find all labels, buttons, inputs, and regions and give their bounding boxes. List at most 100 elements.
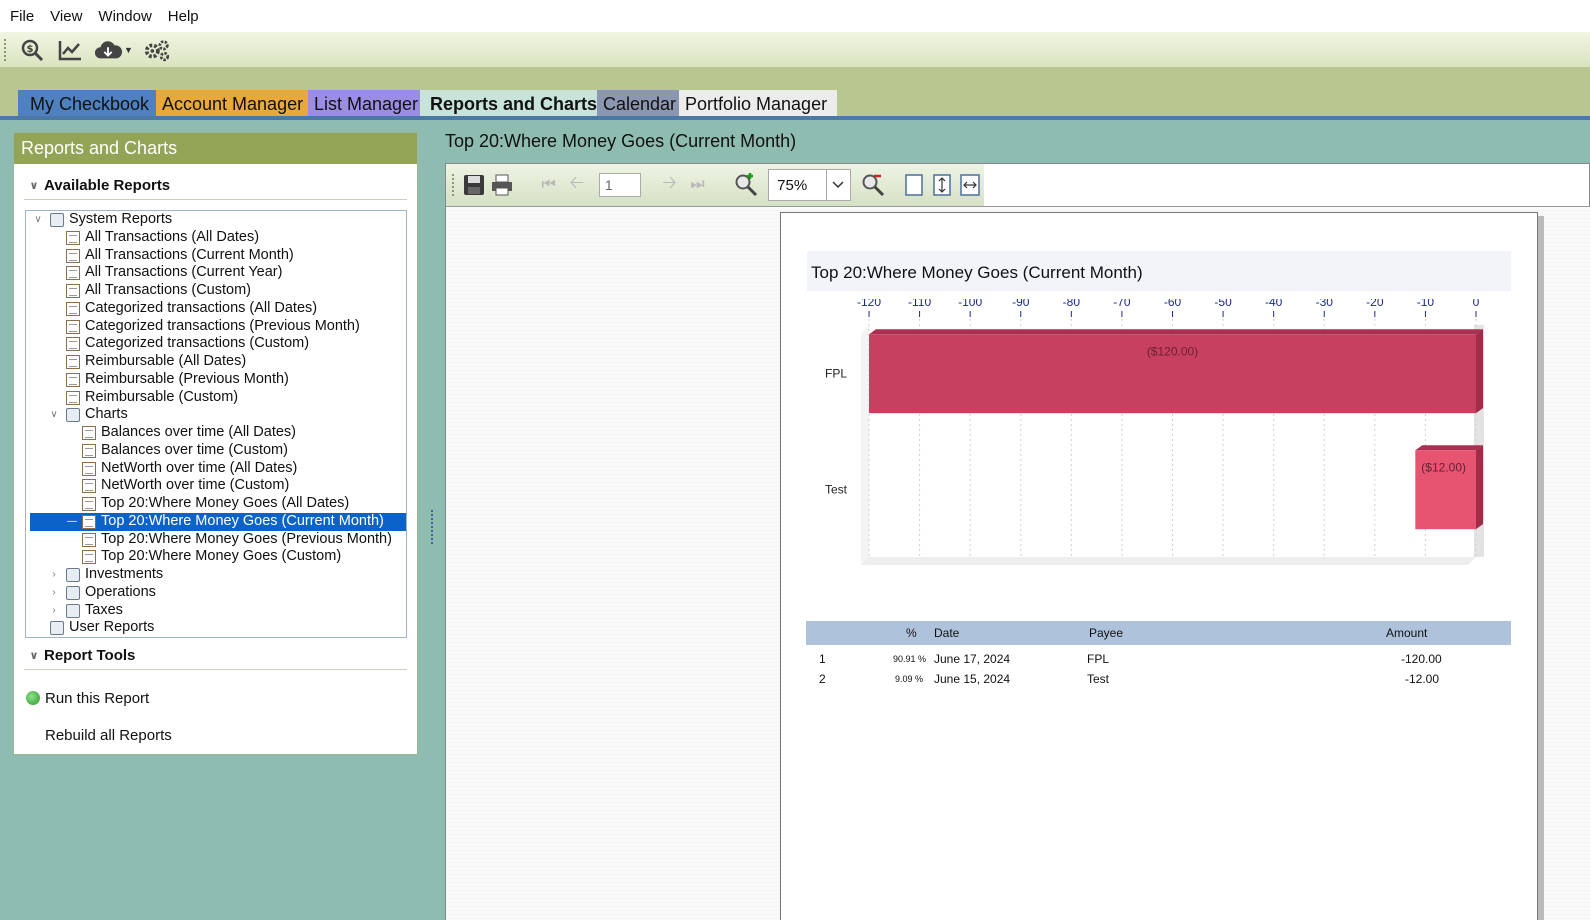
tree-item-chart[interactable]: NetWorth over time (All Dates) xyxy=(26,460,406,478)
reports-tree[interactable]: ∨ System Reports All Transactions (All D… xyxy=(25,210,407,638)
toolbar-grip[interactable] xyxy=(452,174,456,196)
full-page-icon[interactable] xyxy=(900,170,928,200)
line-chart-icon[interactable] xyxy=(56,36,84,64)
tree-item-taxes[interactable]: › Taxes xyxy=(26,602,406,620)
tree-item-chart[interactable]: Top 20:Where Money Goes (All Dates) xyxy=(26,495,406,513)
page-number-input[interactable]: 1 xyxy=(598,173,642,197)
page-height-icon[interactable] xyxy=(928,170,956,200)
tree-item-system-reports[interactable]: ∨ System Reports xyxy=(26,211,406,229)
report-doc-icon xyxy=(82,443,96,458)
save-icon[interactable] xyxy=(460,170,488,200)
row-amount: -120.00 xyxy=(1401,652,1442,666)
report-doc-icon xyxy=(66,319,80,334)
tree-label: Categorized transactions (All Dates) xyxy=(85,299,318,316)
bar-top-face xyxy=(869,329,1483,335)
printer-folder-icon xyxy=(66,603,80,618)
row-amount: -12.00 xyxy=(1405,672,1440,686)
tree-label: Charts xyxy=(85,406,128,423)
available-reports-header[interactable]: ∨ Available Reports xyxy=(24,172,407,200)
chevron-down-icon[interactable] xyxy=(825,170,850,200)
chevron-down-icon[interactable]: ∨ xyxy=(24,179,44,192)
expand-icon[interactable]: › xyxy=(48,566,60,584)
tree-item-chart[interactable]: Top 20:Where Money Goes (Custom) xyxy=(26,548,406,566)
col-header-date: Date xyxy=(934,626,960,640)
expand-icon[interactable]: › xyxy=(48,602,60,620)
x-tick-label: -60 xyxy=(1164,299,1182,309)
available-reports-label: Available Reports xyxy=(44,177,171,194)
cloud-download-icon[interactable] xyxy=(94,36,122,64)
zoom-out-icon[interactable] xyxy=(859,170,887,200)
reports-panel-title: Reports and Charts xyxy=(14,133,417,164)
menu-bar: File View Window Help xyxy=(0,0,1590,32)
menu-view[interactable]: View xyxy=(46,8,94,25)
collapse-icon[interactable]: ∨ xyxy=(32,211,44,229)
printer-folder-icon xyxy=(66,408,80,423)
tree-item-chart[interactable]: NetWorth over time (Custom) xyxy=(26,477,406,495)
rebuild-reports-link[interactable]: Rebuild all Reports xyxy=(26,723,417,747)
tree-item-report[interactable]: All Transactions (All Dates) xyxy=(26,229,406,247)
page-width-icon[interactable] xyxy=(956,170,984,200)
settings-gears-icon[interactable] xyxy=(143,36,171,64)
x-tick-label: -70 xyxy=(1113,299,1131,309)
tree-item-report[interactable]: Categorized transactions (All Dates) xyxy=(26,300,406,318)
toolbar-grip[interactable] xyxy=(4,38,8,61)
chevron-down-icon[interactable]: ∨ xyxy=(24,649,44,662)
tree-item-chart-selected[interactable]: — Top 20:Where Money Goes (Current Month… xyxy=(26,512,406,531)
collapse-icon[interactable]: ∨ xyxy=(48,406,60,424)
y-category-label: Test xyxy=(825,483,848,497)
tree-item-report[interactable]: All Transactions (Custom) xyxy=(26,282,406,300)
bar-data-label: ($12.00) xyxy=(1421,460,1466,474)
report-tools-section: ∨ Report Tools Run this Report Rebuild a… xyxy=(14,638,417,747)
tree-item-user-reports[interactable]: User Reports xyxy=(26,619,406,637)
tree-item-report[interactable]: Categorized transactions (Custom) xyxy=(26,335,406,353)
print-icon[interactable] xyxy=(488,170,516,200)
tab-calendar[interactable]: Calendar xyxy=(597,90,679,118)
report-tools-label: Report Tools xyxy=(44,647,136,664)
report-page: Top 20:Where Money Goes (Current Month) … xyxy=(780,212,1538,920)
tree-label: Balances over time (Custom) xyxy=(101,441,288,458)
search-money-icon[interactable]: $ xyxy=(18,36,46,64)
menu-file[interactable]: File xyxy=(6,8,46,25)
tree-item-report[interactable]: Reimbursable (All Dates) xyxy=(26,353,406,371)
tree-label: All Transactions (Current Year) xyxy=(85,264,283,281)
cloud-dropdown-icon[interactable]: ▼ xyxy=(124,45,133,55)
tree-label: Investments xyxy=(85,566,164,582)
last-page-icon[interactable]: ⏭ xyxy=(683,170,711,200)
tab-reports-and-charts[interactable]: Reports and Charts xyxy=(420,90,597,118)
previous-page-icon[interactable]: 🡠 xyxy=(563,170,591,200)
report-tools-header[interactable]: ∨ Report Tools xyxy=(24,642,407,670)
zoom-select[interactable]: 75% xyxy=(768,169,851,201)
tree-item-report[interactable]: All Transactions (Current Month) xyxy=(26,247,406,265)
tab-my-checkbook[interactable]: My Checkbook xyxy=(18,90,156,118)
menu-help[interactable]: Help xyxy=(164,8,211,25)
run-report-link[interactable]: Run this Report xyxy=(26,686,417,710)
x-tick-label: -20 xyxy=(1366,299,1384,309)
splitter-grip[interactable] xyxy=(431,510,433,544)
first-page-icon[interactable]: ⏮ xyxy=(535,170,563,200)
bar-data-label: ($120.00) xyxy=(1147,344,1198,358)
tree-item-charts[interactable]: ∨ Charts xyxy=(26,406,406,424)
tree-item-chart[interactable]: Balances over time (All Dates) xyxy=(26,424,406,442)
tab-list-manager[interactable]: List Manager xyxy=(308,90,420,118)
report-page-area[interactable]: Top 20:Where Money Goes (Current Month) … xyxy=(446,207,1590,920)
row-percent: 9.09 % xyxy=(895,674,924,684)
menu-window[interactable]: Window xyxy=(94,8,163,25)
tree-item-report[interactable]: All Transactions (Current Year) xyxy=(26,264,406,282)
report-doc-icon xyxy=(82,514,96,529)
x-tick-label: -120 xyxy=(857,299,881,309)
tree-item-report[interactable]: Categorized transactions (Previous Month… xyxy=(26,318,406,336)
zoom-in-icon[interactable] xyxy=(732,170,760,200)
bar-end-face xyxy=(1476,329,1483,414)
tree-item-chart[interactable]: Top 20:Where Money Goes (Previous Month) xyxy=(26,531,406,549)
tab-portfolio-manager[interactable]: Portfolio Manager xyxy=(679,90,837,118)
row-percent: 90.91 % xyxy=(893,654,927,664)
tree-item-report[interactable]: Reimbursable (Previous Month) xyxy=(26,371,406,389)
tree-label: Top 20:Where Money Goes (Custom) xyxy=(101,548,342,565)
tree-item-chart[interactable]: Balances over time (Custom) xyxy=(26,442,406,460)
tree-item-investments[interactable]: › Investments xyxy=(26,566,406,584)
tree-item-report[interactable]: Reimbursable (Custom) xyxy=(26,389,406,407)
expand-icon[interactable]: › xyxy=(48,584,60,602)
tree-item-operations[interactable]: › Operations xyxy=(26,584,406,602)
next-page-icon[interactable]: 🡢 xyxy=(655,170,683,200)
tab-account-manager[interactable]: Account Manager xyxy=(156,90,308,118)
